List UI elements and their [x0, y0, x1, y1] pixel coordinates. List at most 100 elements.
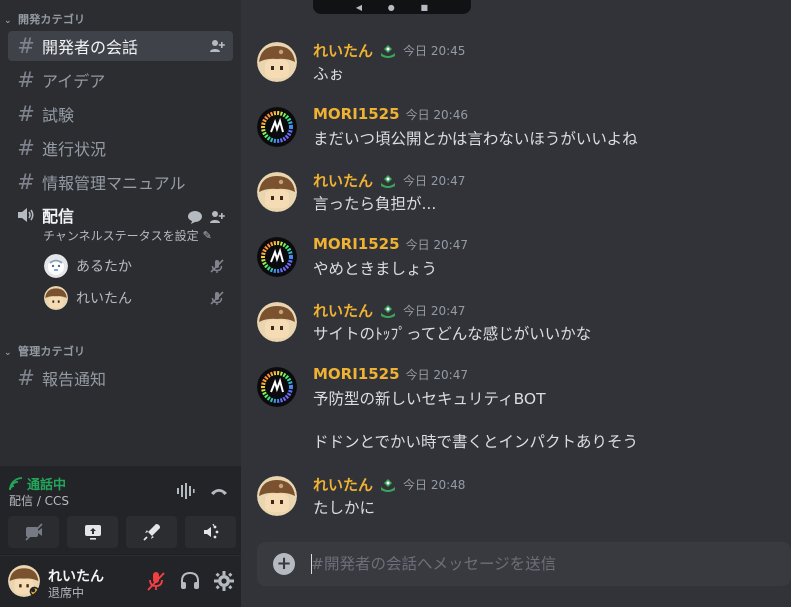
message-text: まだいつ頃公開とかは言わないほうがいいよね: [313, 130, 638, 148]
avatar[interactable]: [257, 367, 297, 407]
message-header: MORI1525 今日 20:46: [313, 105, 468, 123]
voice-connection-panel: 通話中 配信 / CCS: [0, 466, 241, 555]
screen-share-icon: [84, 525, 101, 540]
server-booster-badge-icon: [381, 478, 396, 492]
channel-item-ideas[interactable]: # アイデア: [8, 65, 233, 95]
chevron-down-icon: ⌄: [4, 348, 12, 358]
user-panel: れいたん 退席中: [0, 556, 241, 607]
message-text: たしかに: [313, 499, 376, 517]
message-author[interactable]: れいたん: [313, 40, 373, 61]
message-timestamp[interactable]: 今日 20:46: [406, 106, 468, 123]
channel-label: 進行状況: [42, 140, 107, 159]
category-admin-header[interactable]: ⌄ 管理カテゴリ: [4, 343, 85, 359]
channel-label: 報告通知: [42, 370, 107, 389]
channel-item-reports[interactable]: # 報告通知: [8, 363, 233, 393]
message-author[interactable]: MORI1525: [313, 105, 400, 123]
voice-channel-path[interactable]: 配信 / CCS: [9, 492, 69, 509]
avatar[interactable]: [257, 302, 297, 342]
category-label: 管理カテゴリ: [18, 345, 86, 358]
channel-item-test[interactable]: # 試験: [8, 99, 233, 129]
settings-gear-icon[interactable]: [213, 570, 235, 592]
pencil-icon: ✎: [202, 229, 212, 242]
activities-button[interactable]: [126, 516, 177, 548]
hash-icon: #: [17, 33, 35, 58]
message-header: れいたん 今日 20:47: [313, 300, 465, 321]
chat-area: ◀ ● ■ れいたん 今日 20:45 ふぉ MORI1525 今日 20:46 まだいつ…: [241, 0, 791, 607]
avatar: [44, 286, 68, 310]
overview-square-icon[interactable]: ■: [421, 3, 429, 12]
avatar[interactable]: [8, 565, 40, 597]
message-header: MORI1525 今日 20:47: [313, 235, 468, 253]
channel-item-progress[interactable]: # 進行状況: [8, 133, 233, 163]
chevron-down-icon: ⌄: [4, 16, 12, 26]
channel-item-dev-chat[interactable]: # 開発者の会話: [8, 31, 233, 61]
set-channel-status[interactable]: チャンネルステータスを設定 ✎: [43, 227, 233, 244]
channel-item-info-manual[interactable]: # 情報管理マニュアル: [8, 167, 233, 197]
avatar: [44, 254, 68, 278]
hash-icon: #: [17, 67, 35, 92]
message-header: れいたん 今日 20:48: [313, 474, 465, 495]
message-timestamp[interactable]: 今日 20:47: [406, 366, 468, 383]
message-item[interactable]: MORI1525 今日 20:47 やめときましょう: [241, 235, 791, 285]
category-label: 開発カテゴリ: [18, 13, 86, 26]
home-circle-icon[interactable]: ●: [388, 3, 395, 12]
soundboard-button[interactable]: [185, 516, 236, 548]
message-timestamp[interactable]: 今日 20:47: [403, 302, 465, 319]
message-author[interactable]: れいたん: [313, 300, 373, 321]
avatar[interactable]: [257, 172, 297, 212]
noise-suppression-icon[interactable]: [175, 481, 195, 501]
message-input[interactable]: [311, 550, 781, 578]
message-author[interactable]: MORI1525: [313, 235, 400, 253]
add-attachment-button[interactable]: +: [273, 553, 295, 575]
disconnect-icon[interactable]: [209, 481, 229, 501]
message-item[interactable]: MORI1525 今日 20:46 まだいつ頃公開とかは言わないほうがいいよね: [241, 105, 791, 155]
message-header: れいたん 今日 20:47: [313, 170, 465, 191]
message-text: 言ったら負担が...: [313, 195, 437, 213]
avatar[interactable]: [257, 107, 297, 147]
voice-status-label: 通話中: [27, 478, 67, 493]
camera-off-icon: [24, 523, 43, 541]
video-controls-bar[interactable]: ◀ ● ■: [313, 0, 471, 14]
message-item[interactable]: れいたん 今日 20:47 言ったら負担が...: [241, 170, 791, 220]
avatar[interactable]: [257, 237, 297, 277]
hash-icon: #: [17, 365, 35, 390]
voice-connected-status[interactable]: 通話中: [9, 474, 66, 493]
avatar[interactable]: [257, 476, 297, 516]
message-timestamp[interactable]: 今日 20:47: [403, 172, 465, 189]
message-item[interactable]: れいたん 今日 20:47 サイトのﾄｯﾌﾟってどんな感じがいいかな: [241, 300, 791, 350]
message-text: 予防型の新しいセキュリティBOT: [313, 390, 546, 408]
avatar[interactable]: [257, 42, 297, 82]
rocket-icon: [142, 524, 160, 541]
message-timestamp[interactable]: 今日 20:45: [403, 42, 465, 59]
headphones-icon[interactable]: [179, 570, 201, 592]
soundboard-icon: [203, 523, 218, 539]
screen-share-button[interactable]: [67, 516, 118, 548]
voice-user-arutaka[interactable]: あるたか: [44, 252, 233, 280]
voice-user-reitan[interactable]: れいたん: [44, 284, 233, 312]
mic-muted-icon[interactable]: [145, 570, 167, 592]
chat-bubble-icon[interactable]: [187, 209, 203, 225]
message-header: れいたん 今日 20:45: [313, 40, 465, 61]
user-status: 退席中: [48, 586, 85, 600]
message-item[interactable]: MORI1525 今日 20:47 予防型の新しいセキュリティBOT ドドンとでかい時…: [241, 365, 791, 465]
add-member-icon[interactable]: [209, 209, 225, 225]
back-triangle-icon[interactable]: ◀: [356, 3, 362, 12]
message-text: サイトのﾄｯﾌﾟってどんな感じがいいかな: [313, 325, 592, 343]
voice-channel-stream[interactable]: 配信 チャンネルステータスを設定 ✎: [8, 203, 233, 247]
category-dev-header[interactable]: ⌄ 開発カテゴリ: [4, 11, 85, 27]
message-text: ドドンとでかい時で書くとインパクトありそう: [313, 433, 639, 451]
server-booster-badge-icon: [381, 44, 396, 58]
hash-icon: #: [17, 135, 35, 160]
message-item[interactable]: れいたん 今日 20:48 たしかに: [241, 474, 791, 524]
channel-label: 試験: [42, 106, 75, 125]
message-item[interactable]: れいたん 今日 20:45 ふぉ: [241, 40, 791, 90]
message-author[interactable]: MORI1525: [313, 365, 400, 383]
message-author[interactable]: れいたん: [313, 474, 373, 495]
message-timestamp[interactable]: 今日 20:47: [406, 236, 468, 253]
message-timestamp[interactable]: 今日 20:48: [403, 476, 465, 493]
voice-user-name: れいたん: [76, 291, 132, 307]
message-header: MORI1525 今日 20:47: [313, 365, 468, 383]
camera-off-button[interactable]: [8, 516, 59, 548]
add-member-icon[interactable]: [209, 38, 225, 54]
message-author[interactable]: れいたん: [313, 170, 373, 191]
